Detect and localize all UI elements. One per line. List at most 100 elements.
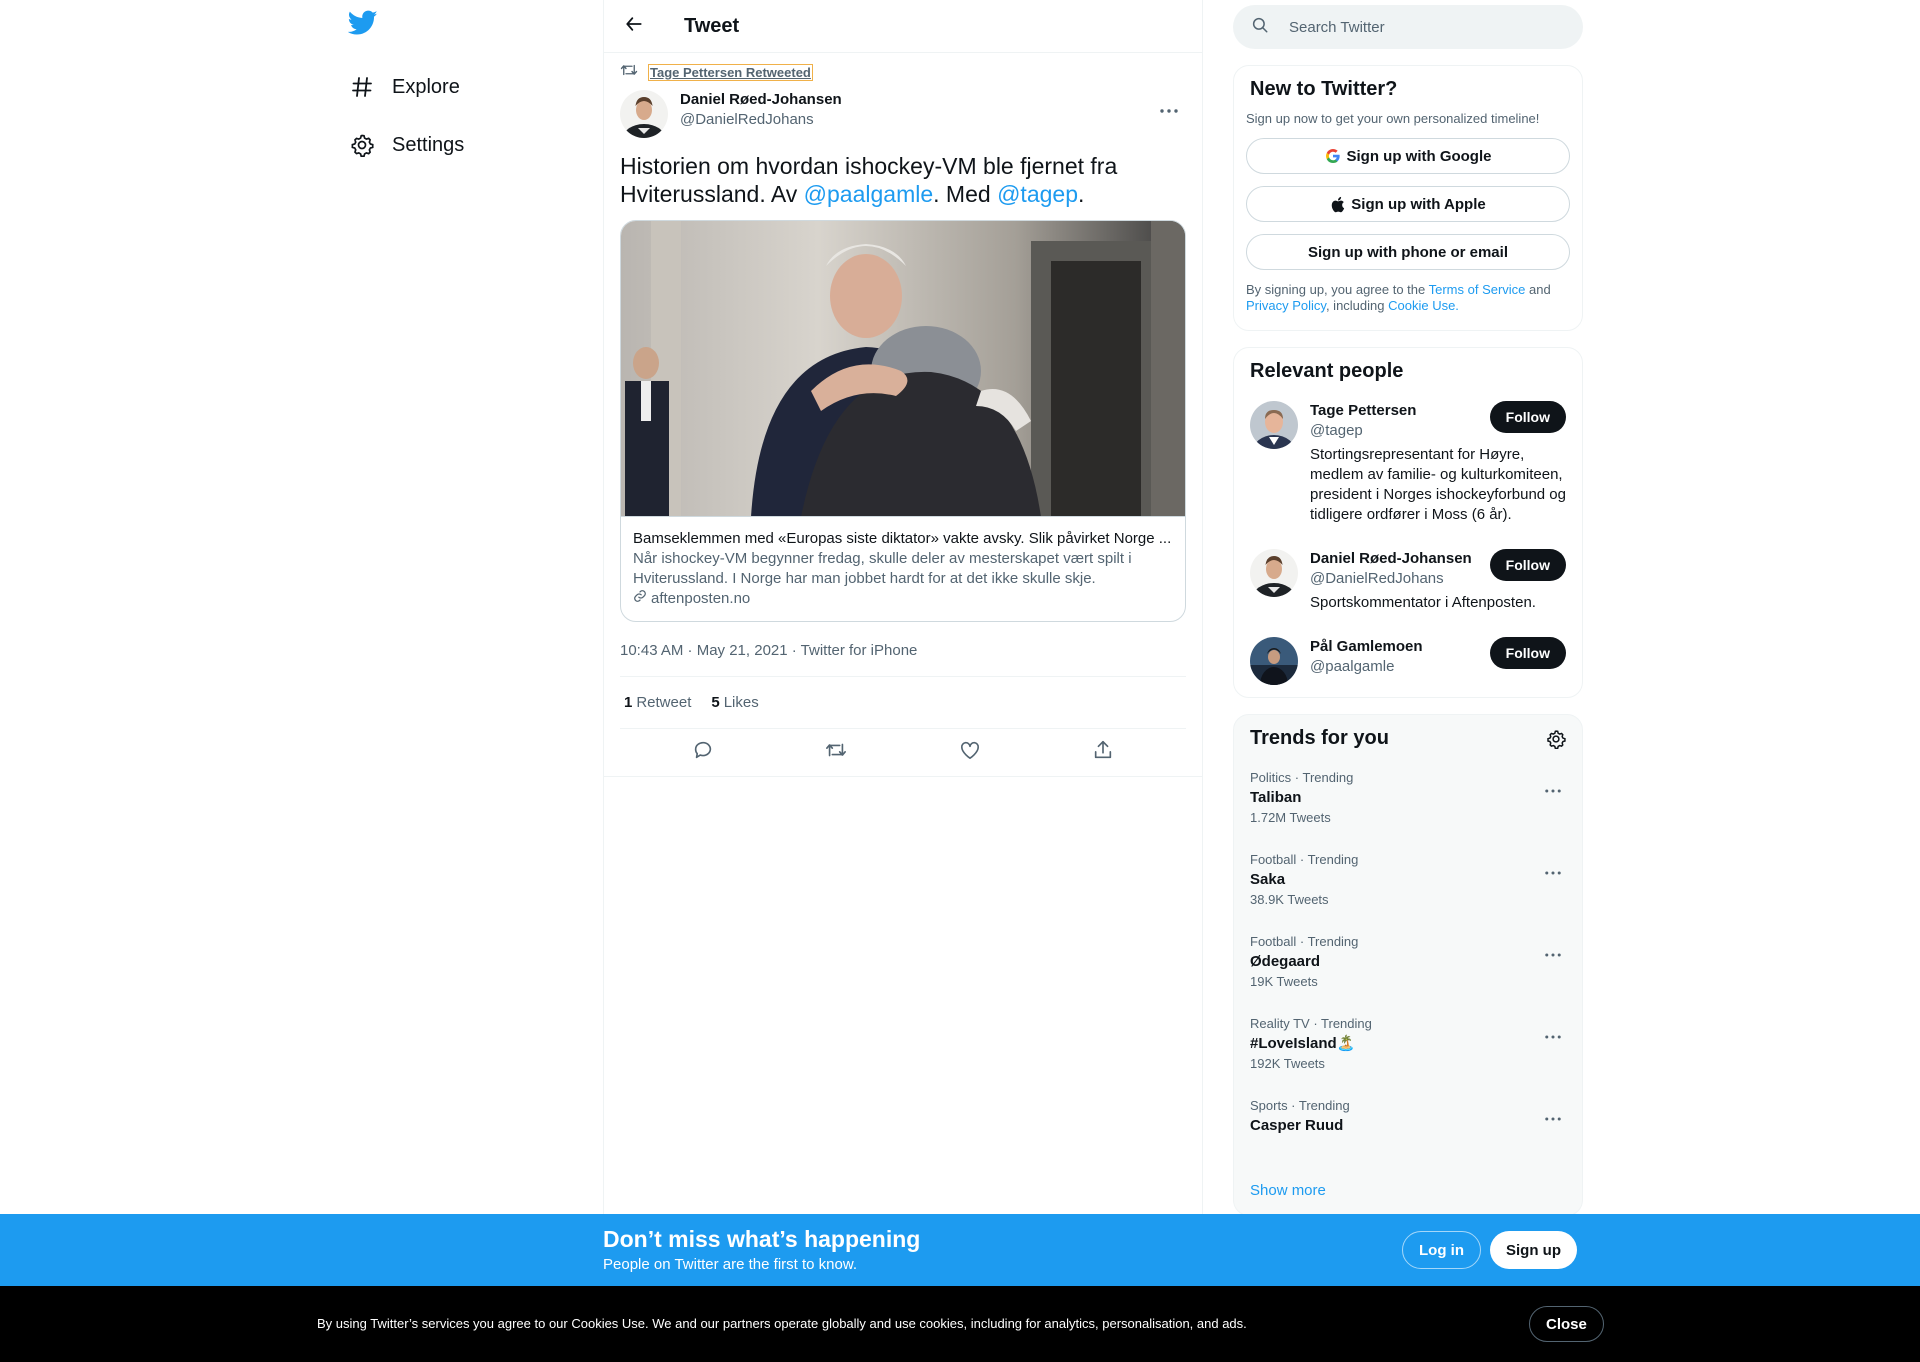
legal-text: and <box>1525 282 1551 297</box>
link-card[interactable]: Bamseklemmen med «Europas siste diktator… <box>620 220 1186 622</box>
trend-item[interactable]: Football · Trending Saka 38.9K Tweets <box>1234 842 1582 924</box>
person-item[interactable]: Tage Pettersen @tagep Stortingsrepresent… <box>1234 389 1582 537</box>
nav-explore[interactable]: Explore <box>348 63 460 111</box>
tweet-text-part: . Med <box>933 181 998 207</box>
login-button[interactable]: Log in <box>1402 1231 1481 1269</box>
card-domain-text: aftenposten.no <box>651 590 751 607</box>
mention-link[interactable]: @tagep <box>997 181 1078 207</box>
person-item[interactable]: Pål Gamlemoen @paalgamle Follow <box>1234 625 1582 697</box>
cookie-bar: By using Twitter’s services you agree to… <box>0 1286 1920 1362</box>
signup-google-button[interactable]: Sign up with Google <box>1246 138 1570 174</box>
banner-title: Don’t miss what’s happening <box>603 1226 921 1252</box>
terms-link[interactable]: Terms of Service <box>1429 282 1526 297</box>
search-input[interactable] <box>1289 18 1549 36</box>
trend-item[interactable]: Reality TV · Trending #LoveIsland🏝️ 192K… <box>1234 1006 1582 1088</box>
card-description: Når ishockey-VM begynner fredag, skulle … <box>633 550 1132 587</box>
card-image <box>621 221 1185 517</box>
signup-apple-button[interactable]: Sign up with Apple <box>1246 186 1570 222</box>
reply-button[interactable] <box>684 734 722 772</box>
more-dots-icon <box>1545 944 1561 962</box>
search-box[interactable] <box>1233 5 1583 49</box>
likes-stat[interactable]: 5 Likes <box>711 694 758 711</box>
nav-explore-label: Explore <box>392 75 460 98</box>
follow-button[interactable]: Follow <box>1489 637 1566 669</box>
tweet-timestamp[interactable]: 10:43 AM · May 21, 2021 · Twitter for iP… <box>620 640 1186 660</box>
heart-icon <box>959 740 981 765</box>
tweet-actions <box>604 729 1202 777</box>
back-button[interactable] <box>616 8 652 44</box>
twitter-bird-icon[interactable] <box>347 10 384 46</box>
trend-name: Ødegaard <box>1250 953 1321 970</box>
signup-apple-label: Sign up with Apple <box>1351 195 1486 213</box>
signup-subtitle: Sign up now to get your own personalized… <box>1246 111 1540 126</box>
signup-button[interactable]: Sign up <box>1490 1231 1577 1269</box>
more-dots-icon <box>1160 100 1178 118</box>
author-name[interactable]: Daniel Røed-Johansen <box>680 90 842 110</box>
trend-item[interactable]: Sports · Trending Casper Ruud <box>1234 1088 1582 1170</box>
tweet-text: Historien om hvordan ishockey-VM ble fje… <box>620 152 1186 208</box>
main-column: Tweet Tage Pettersen Retweeted Daniel Rø… <box>603 0 1203 1220</box>
arrow-left-icon <box>624 14 644 39</box>
tweet-more-button[interactable] <box>1152 92 1186 126</box>
retweeter-link[interactable]: Tage Pettersen Retweeted <box>648 63 813 81</box>
signup-phone-label: Sign up with phone or email <box>1307 243 1508 261</box>
card-title: Bamseklemmen med «Europas siste diktator… <box>633 530 1172 547</box>
retweet-context: Tage Pettersen Retweeted <box>620 62 1186 82</box>
mention-link[interactable]: @paalgamle <box>804 181 933 207</box>
author-handle[interactable]: @DanielRedJohans <box>680 110 842 130</box>
tweet-stats: 1 Retweet 5 Likes <box>620 676 1186 729</box>
trend-meta: Football · Trending <box>1250 934 1359 949</box>
trend-count: 38.9K Tweets <box>1250 892 1329 907</box>
right-sidebar: New to Twitter? Sign up now to get your … <box>1233 0 1583 1216</box>
follow-button[interactable]: Follow <box>1489 549 1566 581</box>
trend-meta: Politics · Trending <box>1250 770 1354 785</box>
trend-more-button[interactable] <box>1538 1102 1568 1132</box>
person-item[interactable]: Daniel Røed-Johansen @DanielRedJohans Sp… <box>1234 537 1582 625</box>
trend-meta: Reality TV · Trending <box>1250 1016 1372 1031</box>
trend-item[interactable]: Politics · Trending Taliban 1.72M Tweets <box>1234 760 1582 842</box>
link-icon <box>633 589 647 609</box>
trend-more-button[interactable] <box>1538 856 1568 886</box>
author-avatar[interactable] <box>620 90 668 138</box>
trend-item[interactable]: Football · Trending Ødegaard 19K Tweets <box>1234 924 1582 1006</box>
more-dots-icon <box>1545 1108 1561 1126</box>
more-dots-icon <box>1545 862 1561 880</box>
trend-count: 19K Tweets <box>1250 974 1318 989</box>
likes-label: Likes <box>723 694 759 711</box>
nav-settings[interactable]: Settings <box>348 121 464 169</box>
show-more-link[interactable]: Show more <box>1234 1170 1582 1215</box>
person-bio: Stortingsrepresentant for Høyre, medlem … <box>1310 446 1566 523</box>
cookie-text: By using Twitter’s services you agree to… <box>317 1316 1247 1331</box>
trend-more-button[interactable] <box>1538 1020 1568 1050</box>
share-icon <box>1092 739 1114 766</box>
more-dots-icon <box>1545 1026 1561 1044</box>
card-body: Bamseklemmen med «Europas siste diktator… <box>621 517 1185 621</box>
search-icon <box>1251 16 1269 39</box>
retweets-stat[interactable]: 1 Retweet <box>624 694 691 711</box>
cookie-use-link[interactable]: Cookie Use. <box>1388 298 1459 313</box>
trend-meta: Football · Trending <box>1250 852 1359 867</box>
signup-panel: New to Twitter? Sign up now to get your … <box>1233 65 1583 331</box>
signup-phone-button[interactable]: Sign up with phone or email <box>1246 234 1570 270</box>
trends-settings-button[interactable] <box>1546 729 1566 754</box>
page-title: Tweet <box>684 14 740 37</box>
hashtag-icon <box>348 73 376 101</box>
apple-icon <box>1330 196 1345 213</box>
tweet: Tage Pettersen Retweeted Daniel Røed-Joh… <box>604 62 1202 777</box>
share-button[interactable] <box>1084 734 1122 772</box>
like-button[interactable] <box>951 734 989 772</box>
retweet-button[interactable] <box>817 734 855 772</box>
trend-more-button[interactable] <box>1538 774 1568 804</box>
trend-more-button[interactable] <box>1538 938 1568 968</box>
person-avatar[interactable] <box>1250 637 1298 685</box>
person-avatar[interactable] <box>1250 401 1298 449</box>
banner-subtitle: People on Twitter are the first to know. <box>603 1256 858 1273</box>
retweet-icon <box>620 62 638 83</box>
retweets-count: 1 <box>624 694 633 711</box>
privacy-link[interactable]: Privacy Policy <box>1246 298 1326 313</box>
person-avatar[interactable] <box>1250 549 1298 597</box>
retweets-label: Retweet <box>636 694 692 711</box>
follow-button[interactable]: Follow <box>1489 401 1566 433</box>
trends-panel: Trends for you Politics · Trending Talib… <box>1233 714 1583 1216</box>
cookie-close-button[interactable]: Close <box>1529 1306 1604 1342</box>
